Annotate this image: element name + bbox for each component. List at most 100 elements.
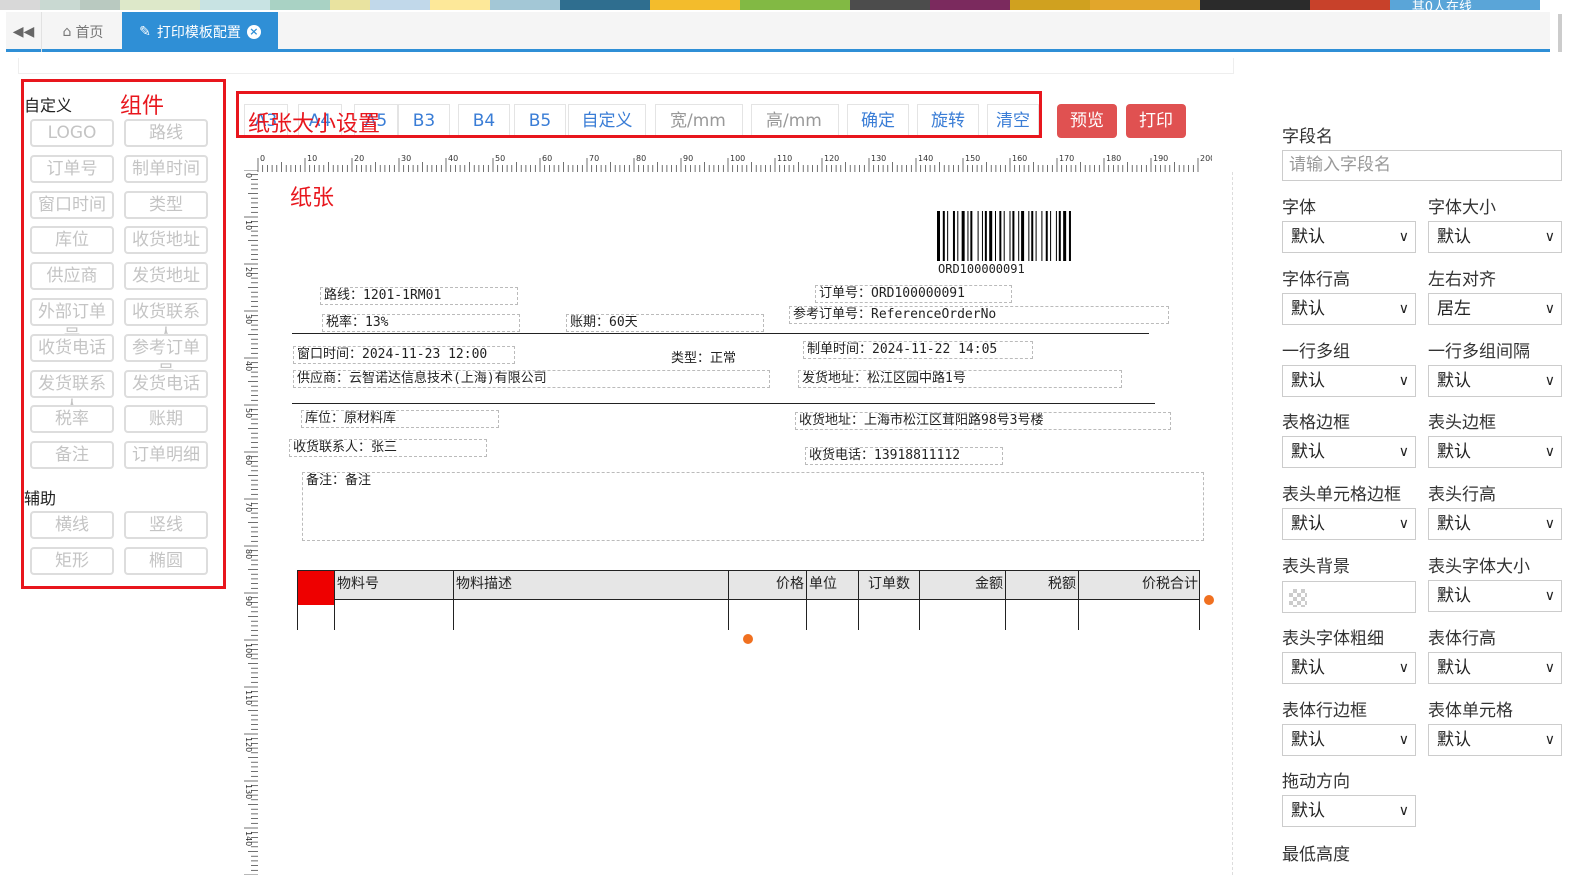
property-select[interactable]: 默认 ∨ — [1428, 580, 1562, 612]
tax-rate-field[interactable]: 税率：13% — [322, 314, 520, 332]
supplier-field[interactable]: 供应商：云智诺达信息技术(上海)有限公司 — [293, 370, 770, 388]
preview-button[interactable]: 预览 — [1057, 104, 1117, 138]
theme-color-swatch[interactable] — [0, 0, 40, 10]
theme-color-swatch[interactable] — [560, 0, 650, 10]
tab-print-template-config[interactable]: ✎ 打印模板配置 × — [122, 12, 278, 52]
property-select[interactable]: 默认 ∨ — [1428, 508, 1562, 541]
property-select[interactable]: 居左 ∨ — [1428, 292, 1562, 325]
paper-annotation-label: 纸张 — [290, 186, 335, 211]
theme-color-swatch[interactable] — [1090, 0, 1200, 10]
theme-color-swatch[interactable] — [1310, 0, 1390, 10]
table-resize-handle[interactable] — [743, 634, 753, 644]
close-icon[interactable]: × — [246, 25, 261, 39]
property-select[interactable]: 默认 ∨ — [1428, 221, 1562, 253]
recv-phone-field[interactable]: 收货电话：13918811112 — [805, 447, 1003, 465]
double-left-arrow-icon[interactable]: ◀◀ — [6, 12, 42, 52]
property-select[interactable]: 默认 ∨ — [1282, 651, 1416, 684]
table-header-cell[interactable]: 物料号 — [334, 570, 453, 600]
table-header-cell[interactable]: 价格 — [728, 570, 806, 600]
theme-color-swatch[interactable] — [430, 0, 490, 10]
header-background-color-picker[interactable] — [1282, 581, 1416, 613]
property-select[interactable]: 默认 ∨ — [1282, 221, 1416, 253]
barcode-bar — [1018, 211, 1020, 261]
ruler-tick-label: 50 — [244, 408, 253, 418]
table-header-cell[interactable]: 物料描述 — [453, 570, 728, 600]
ruler-tick-label: 0 — [244, 173, 253, 178]
property-select[interactable]: 默认 ∨ — [1282, 723, 1416, 756]
chevron-down-icon: ∨ — [1544, 300, 1555, 317]
table-header-cell[interactable]: 税额 — [1005, 570, 1078, 600]
window-time-field[interactable]: 窗口时间：2024-11-23 12:00 — [293, 346, 515, 364]
type-field[interactable]: 类型：正常 — [667, 350, 797, 368]
property-select[interactable]: 默认 ∨ — [1428, 723, 1562, 756]
table-cell-border — [453, 600, 454, 630]
theme-color-swatch[interactable] — [490, 0, 560, 10]
property-select[interactable]: 默认 ∨ — [1282, 795, 1416, 828]
barcode-bar — [1055, 211, 1057, 261]
vertical-ruler: 0 10 20 30 40 50 60 70 80 90 100 110 120 130 140 — [244, 170, 258, 875]
horizontal-line[interactable] — [292, 333, 1149, 334]
field-name-input[interactable]: 请输入字段名 — [1282, 150, 1562, 181]
theme-color-swatch[interactable] — [370, 0, 430, 10]
property-select[interactable]: 默认 ∨ — [1282, 364, 1416, 397]
period-field[interactable]: 账期：60天 — [566, 314, 764, 332]
order-detail-table[interactable]: 物料号 物料描述 价格 单位 订单数 金额 税额 价税合计 — [297, 570, 1200, 630]
table-resize-handle[interactable] — [1204, 595, 1214, 605]
horizontal-line[interactable] — [292, 403, 1155, 404]
barcode-bar — [989, 211, 993, 261]
theme-color-swatch[interactable] — [850, 0, 930, 10]
table-header-cell[interactable]: 单位 — [806, 570, 858, 600]
create-time-field[interactable]: 制单时间：2024-11-22 14:05 — [803, 341, 1033, 359]
property-select[interactable]: 默认 ∨ — [1428, 651, 1562, 684]
theme-color-swatch[interactable] — [650, 0, 740, 10]
ruler-tick-label: 60 — [542, 154, 552, 163]
theme-color-swatch[interactable] — [200, 0, 270, 10]
theme-color-swatch[interactable] — [80, 0, 120, 10]
order-no-field[interactable]: 订单号：ORD100000091 — [815, 285, 1012, 303]
theme-color-swatch[interactable] — [120, 0, 200, 10]
table-select-handle[interactable] — [298, 571, 334, 605]
ref-order-field[interactable]: 参考订单号：ReferenceOrderNo — [789, 306, 1169, 324]
remark-field[interactable]: 备注：备注 — [302, 472, 1204, 541]
property-select-value: 默认 — [1291, 801, 1325, 822]
theme-color-swatch[interactable] — [330, 0, 370, 10]
theme-color-swatch[interactable] — [930, 0, 1010, 10]
barcode-bar — [1058, 211, 1061, 261]
table-header-cell[interactable]: 价税合计 — [1078, 570, 1200, 600]
barcode-bar — [1028, 211, 1030, 261]
theme-color-swatch[interactable] — [40, 0, 80, 10]
ruler-tick-label: 190 — [1153, 154, 1168, 163]
property-select[interactable]: 默认 ∨ — [1428, 364, 1562, 397]
ruler-tick-label: 40 — [244, 361, 253, 371]
ship-address-field[interactable]: 发货地址：松江区园中路1号 — [798, 370, 1122, 388]
min-height-label: 最低高度 — [1282, 845, 1350, 865]
barcode-bar — [1063, 211, 1067, 261]
barcode-bar — [967, 211, 969, 261]
scrollbar[interactable] — [1558, 14, 1562, 52]
property-select[interactable]: 默认 ∨ — [1282, 292, 1416, 325]
theme-color-swatch[interactable] — [740, 0, 850, 10]
tab-home[interactable]: ⌂ 首页 — [44, 12, 122, 52]
property-label: 一行多组 — [1282, 341, 1350, 362]
print-button[interactable]: 打印 — [1126, 104, 1186, 138]
route-field[interactable]: 路线：1201-1RM01 — [320, 287, 518, 305]
chevron-down-icon: ∨ — [1398, 372, 1409, 389]
barcode-bar — [1050, 211, 1052, 261]
location-field[interactable]: 库位：原材料库 — [301, 410, 499, 428]
property-label: 左右对齐 — [1428, 269, 1496, 290]
table-header-cell[interactable]: 金额 — [919, 570, 1005, 600]
theme-color-swatch[interactable] — [270, 0, 330, 10]
chevron-down-icon: ∨ — [1398, 300, 1409, 317]
barcode-image[interactable] — [937, 211, 1135, 261]
theme-color-swatch[interactable] — [1200, 0, 1310, 10]
recv-contact-field[interactable]: 收货联系人：张三 — [289, 439, 487, 457]
ruler-tick-label: 200 — [1200, 154, 1212, 163]
recv-address-field[interactable]: 收货地址：上海市松江区茸阳路98号3号楼 — [795, 412, 1171, 430]
property-select[interactable]: 默认 ∨ — [1282, 436, 1416, 469]
theme-color-strip[interactable] — [0, 0, 1592, 10]
barcode-bar — [957, 211, 959, 261]
property-select[interactable]: 默认 ∨ — [1428, 436, 1562, 469]
table-header-cell[interactable]: 订单数 — [858, 570, 919, 600]
theme-color-swatch[interactable] — [1010, 0, 1090, 10]
property-select[interactable]: 默认 ∨ — [1282, 508, 1416, 541]
